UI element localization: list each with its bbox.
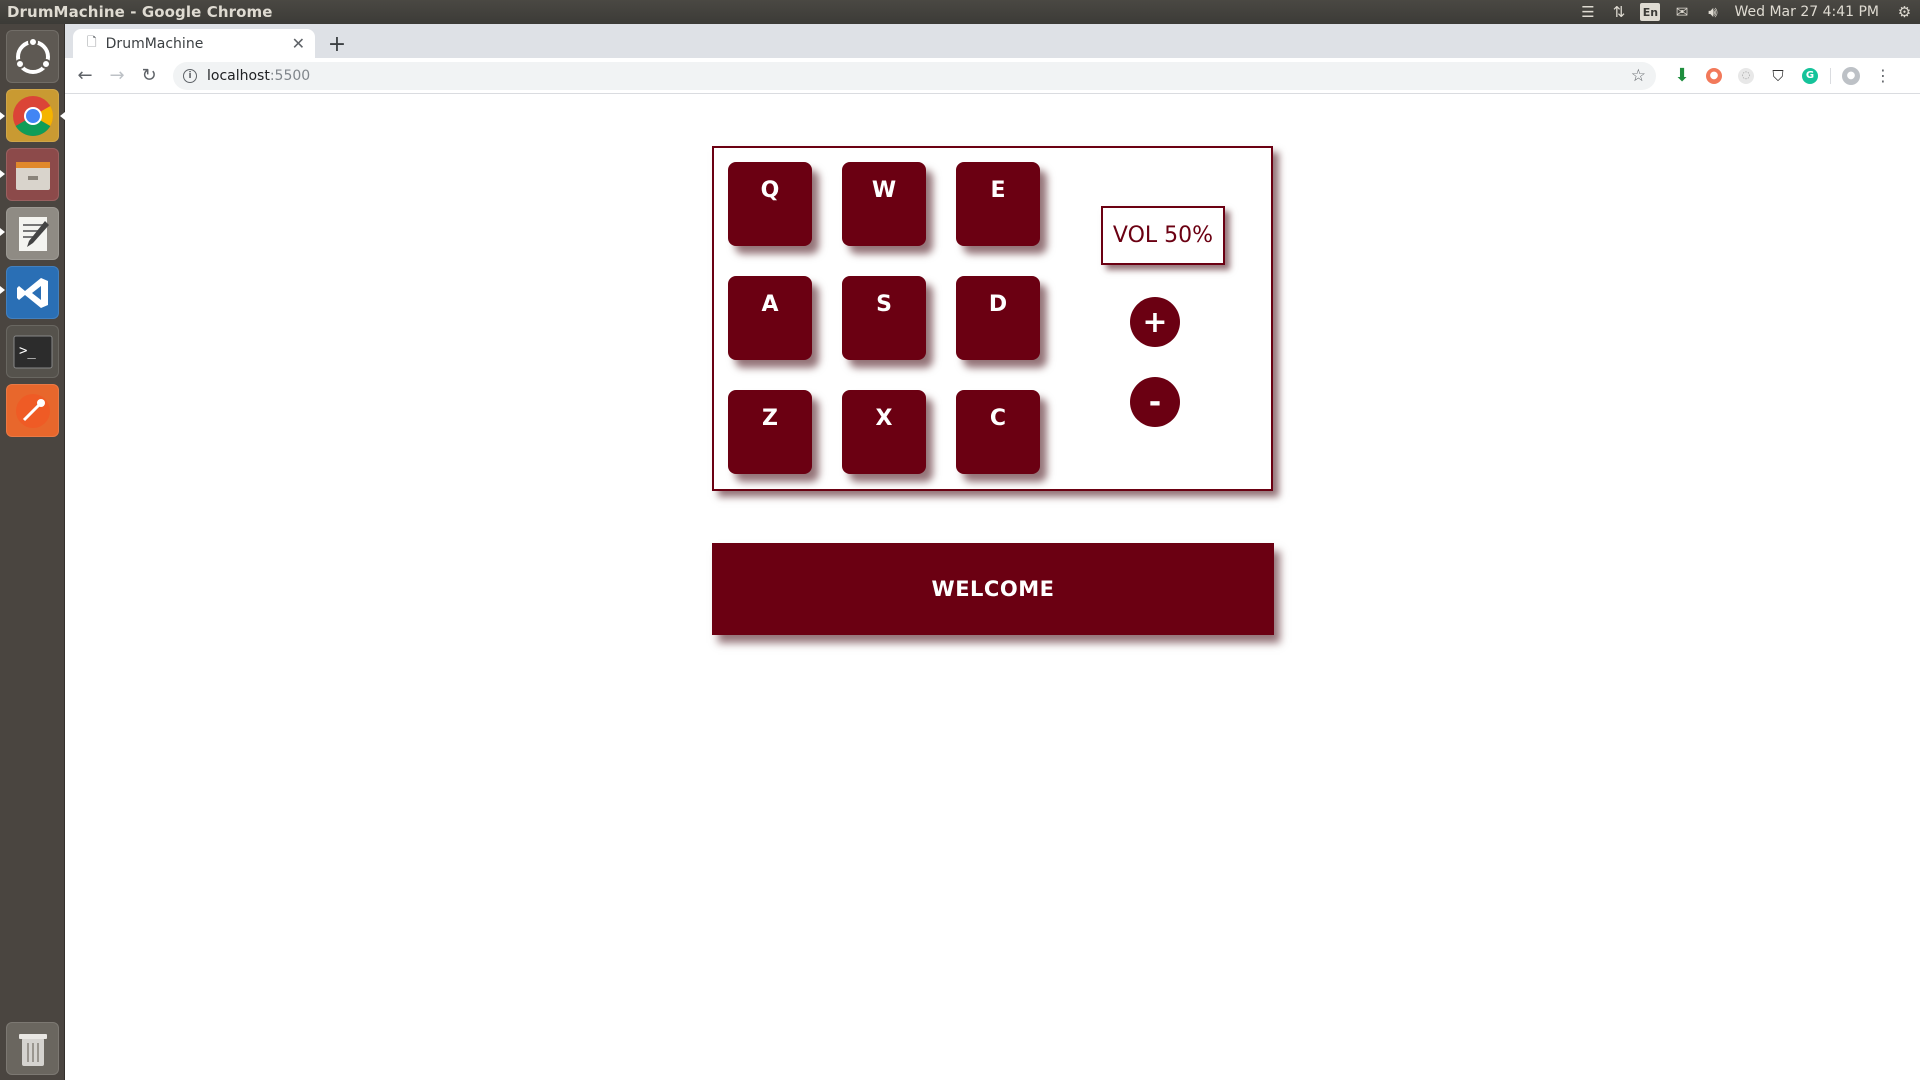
- volume-display: VOL 50%: [1101, 206, 1225, 265]
- orange-extension-icon[interactable]: ●: [1698, 67, 1730, 84]
- grammarly-extension-icon[interactable]: G: [1794, 67, 1826, 84]
- close-tab-icon[interactable]: ✕: [292, 34, 305, 53]
- drum-pad-z[interactable]: Z: [728, 390, 812, 474]
- system-top-panel: DrumMachine - Google Chrome ☰ ⇅ En ✉ 🔊︎ …: [0, 0, 1920, 24]
- vscode-icon[interactable]: [6, 266, 59, 319]
- drum-machine-panel: Q W E A S D Z X C VOL 50% + -: [712, 146, 1273, 491]
- network-arrows-icon[interactable]: ⇅: [1603, 0, 1634, 24]
- drum-pad-x[interactable]: X: [842, 390, 926, 474]
- unity-launcher: >_: [0, 24, 65, 1080]
- site-info-icon[interactable]: i: [183, 68, 197, 83]
- keyboard-layout-indicator[interactable]: En: [1640, 3, 1661, 21]
- address-bar[interactable]: i localhost :5500 ☆: [173, 61, 1656, 90]
- kebab-menu-icon[interactable]: ⋮: [1867, 66, 1899, 85]
- trash-icon[interactable]: [6, 1022, 59, 1075]
- drum-pad-d[interactable]: D: [956, 276, 1040, 360]
- text-editor-icon[interactable]: [6, 207, 59, 260]
- postman-icon[interactable]: [6, 384, 59, 437]
- chrome-icon[interactable]: [6, 89, 59, 142]
- profile-avatar-icon[interactable]: ●: [1835, 66, 1867, 85]
- reload-icon[interactable]: ↻: [133, 60, 165, 92]
- toolbar-divider: [1830, 67, 1831, 84]
- url-port: :5500: [269, 67, 311, 84]
- forward-arrow-icon[interactable]: →: [101, 60, 133, 92]
- chrome-window: 🗋 DrumMachine ✕ + ← → ↻ i localhost :550…: [65, 24, 1920, 1080]
- download-extension-icon[interactable]: ⬇: [1666, 65, 1698, 86]
- volume-icon[interactable]: 🔊︎: [1697, 0, 1728, 24]
- file-manager-icon[interactable]: [6, 148, 59, 201]
- url-host: localhost: [207, 67, 270, 84]
- page-icon: 🗋: [87, 35, 97, 49]
- gray-extension-icon[interactable]: ◌: [1730, 67, 1762, 84]
- drum-pad-q[interactable]: Q: [728, 162, 812, 246]
- volume-up-button[interactable]: +: [1130, 297, 1180, 347]
- svg-text:>_: >_: [19, 343, 36, 359]
- page-viewport: Q W E A S D Z X C VOL 50% + - WELCOME: [65, 95, 1920, 1080]
- tag-extension-icon[interactable]: ⛉: [1762, 67, 1794, 85]
- volume-down-button[interactable]: -: [1130, 377, 1180, 427]
- tab-drummachine[interactable]: 🗋 DrumMachine ✕: [73, 29, 315, 58]
- sound-display-banner: WELCOME: [712, 543, 1274, 635]
- drum-pad-a[interactable]: A: [728, 276, 812, 360]
- drum-pad-s[interactable]: S: [842, 276, 926, 360]
- bookmark-star-icon[interactable]: ☆: [1631, 66, 1646, 86]
- system-gear-icon[interactable]: ⚙: [1889, 0, 1920, 24]
- window-title: DrumMachine - Google Chrome: [7, 3, 273, 21]
- tab-title: DrumMachine: [105, 35, 204, 52]
- mail-icon[interactable]: ✉: [1666, 0, 1697, 24]
- browser-toolbar: ← → ↻ i localhost :5500 ☆ ⬇ ● ◌ ⛉ G ● ⋮: [65, 58, 1920, 94]
- terminal-icon[interactable]: >_: [6, 325, 59, 378]
- tab-strip: 🗋 DrumMachine ✕ +: [65, 24, 1920, 58]
- drum-pad-c[interactable]: C: [956, 390, 1040, 474]
- drum-pad-w[interactable]: W: [842, 162, 926, 246]
- indicator-menu-icon[interactable]: ☰: [1572, 0, 1603, 24]
- clock[interactable]: Wed Mar 27 4:41 PM: [1728, 4, 1889, 20]
- system-tray: ☰ ⇅ En ✉ 🔊︎ Wed Mar 27 4:41 PM ⚙: [1572, 0, 1920, 24]
- ubuntu-dash-icon[interactable]: [6, 30, 59, 83]
- back-arrow-icon[interactable]: ←: [69, 60, 101, 92]
- drum-pad-e[interactable]: E: [956, 162, 1040, 246]
- new-tab-button[interactable]: +: [323, 30, 351, 58]
